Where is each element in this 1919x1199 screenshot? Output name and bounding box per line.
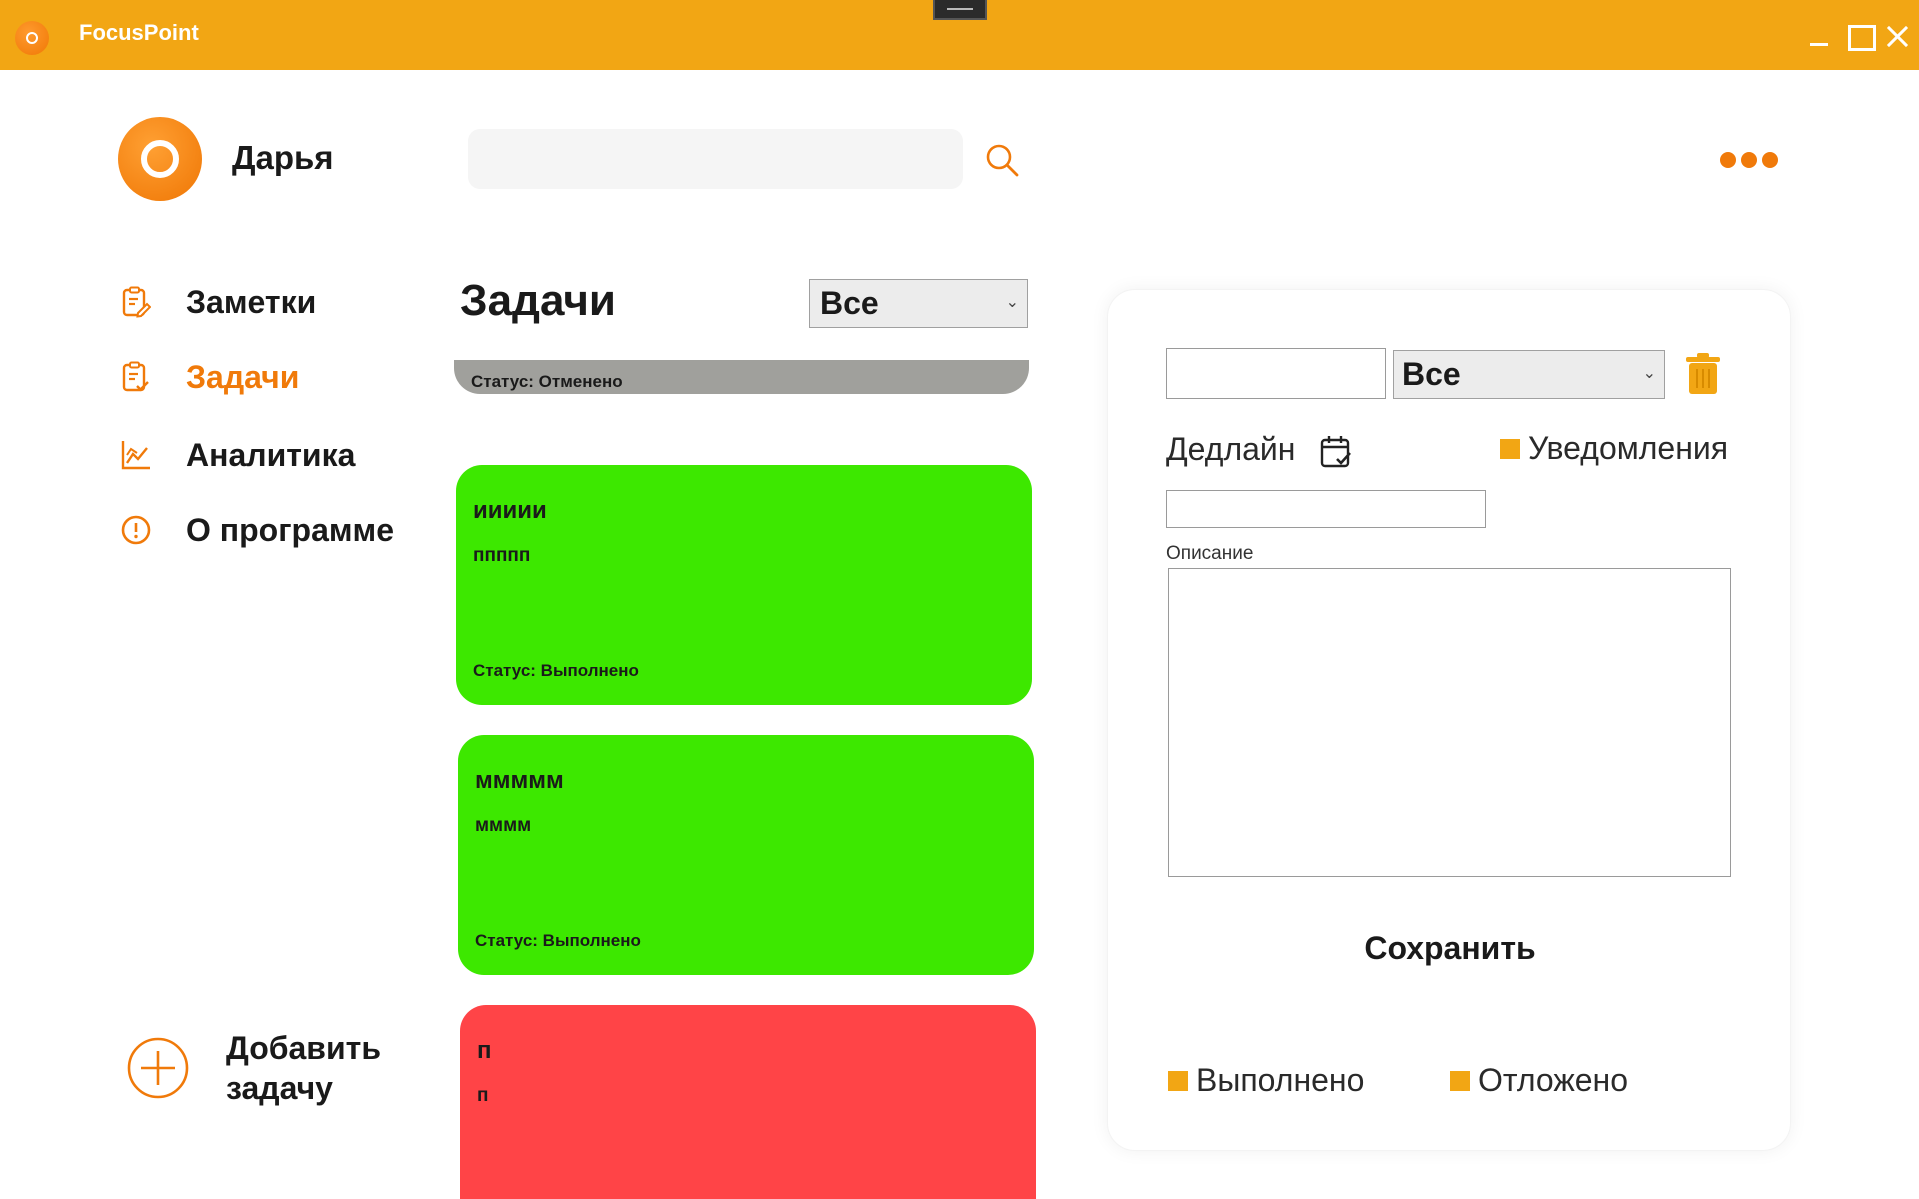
tasks-icon: [118, 359, 154, 395]
dot-icon: [1762, 152, 1778, 168]
sidebar-item-analytics[interactable]: Аналитика: [118, 433, 355, 477]
search-icon[interactable]: [984, 142, 1020, 178]
task-list[interactable]: Статус: Отменено иииии ппппп Статус: Вып…: [450, 360, 1050, 1199]
save-button[interactable]: Сохранить: [1330, 925, 1570, 971]
window-title: FocusPoint: [79, 20, 199, 45]
task-card-2[interactable]: ммммм мммм Статус: Выполнено: [458, 735, 1034, 975]
task-title: п: [477, 1037, 492, 1064]
app-logo-icon: [15, 21, 49, 55]
done-label: Выполнено: [1196, 1062, 1365, 1098]
done-checkbox[interactable]: Выполнено: [1168, 1062, 1364, 1099]
task-title-input[interactable]: [1166, 348, 1386, 399]
close-button[interactable]: [1884, 22, 1912, 50]
description-label: Описание: [1166, 543, 1254, 564]
page-title: Задачи: [460, 276, 616, 325]
sidebar-item-label: О программе: [186, 511, 395, 548]
sidebar-item-label: Аналитика: [186, 436, 356, 473]
sidebar-item-notes[interactable]: Заметки: [118, 280, 316, 324]
checkbox-box: [1500, 438, 1520, 459]
add-task-label: Добавить задачу: [226, 1030, 381, 1106]
task-description: ппппп: [473, 545, 531, 566]
title-bar: FocusPoint: [0, 0, 1919, 70]
task-status-select[interactable]: Все ⌄: [1393, 350, 1665, 399]
task-description: мммм: [475, 815, 532, 836]
task-status-value: Все: [1402, 356, 1461, 392]
task-status: Статус: Выполнено: [473, 661, 639, 680]
task-card-1[interactable]: иииии ппппп Статус: Выполнено: [456, 465, 1032, 705]
deadline-label: Дедлайн: [1166, 431, 1296, 467]
dot-icon: [1720, 152, 1736, 168]
task-title: ммммм: [475, 767, 564, 794]
notifications-checkbox[interactable]: Уведомления: [1500, 430, 1728, 467]
username: Дарья: [232, 139, 334, 176]
deadline-input[interactable]: [1166, 490, 1486, 528]
analytics-icon: [118, 437, 154, 473]
avatar[interactable]: [118, 117, 202, 201]
drag-handle[interactable]: [933, 0, 987, 20]
chevron-down-icon: ⌄: [1642, 365, 1656, 382]
trash-icon[interactable]: [1683, 352, 1723, 396]
task-card-3[interactable]: п п: [460, 1005, 1036, 1199]
task-status: Статус: Отменено: [471, 372, 623, 391]
plus-circle-icon: [127, 1037, 189, 1099]
task-description: п: [477, 1085, 489, 1106]
maximize-button[interactable]: [1845, 22, 1876, 51]
postponed-checkbox[interactable]: Отложено: [1450, 1062, 1628, 1099]
info-icon: [118, 512, 154, 548]
more-options-button[interactable]: [1720, 152, 1782, 174]
add-task-button[interactable]: Добавить задачу: [126, 1018, 426, 1118]
task-card-0[interactable]: Статус: Отменено: [454, 360, 1029, 394]
task-title: иииии: [473, 497, 547, 524]
minimize-button[interactable]: [1806, 22, 1834, 50]
status-filter-select[interactable]: Все ⌄: [809, 279, 1028, 328]
notifications-label: Уведомления: [1528, 430, 1729, 466]
notes-icon: [118, 284, 154, 320]
checkbox-box: [1168, 1070, 1188, 1091]
description-textarea[interactable]: [1168, 568, 1731, 877]
sidebar-item-label: Заметки: [186, 283, 317, 320]
sidebar-item-tasks[interactable]: Задачи: [118, 355, 299, 399]
chevron-down-icon: ⌄: [1005, 294, 1019, 311]
postponed-label: Отложено: [1478, 1062, 1628, 1098]
search-input[interactable]: [468, 129, 963, 189]
task-status: Статус: Выполнено: [475, 931, 641, 950]
calendar-icon[interactable]: [1319, 434, 1353, 470]
sidebar-item-label: Задачи: [186, 358, 300, 395]
checkbox-box: [1450, 1070, 1470, 1091]
sidebar-item-about[interactable]: О программе: [118, 508, 394, 552]
status-filter-value: Все: [820, 285, 879, 321]
dot-icon: [1741, 152, 1757, 168]
